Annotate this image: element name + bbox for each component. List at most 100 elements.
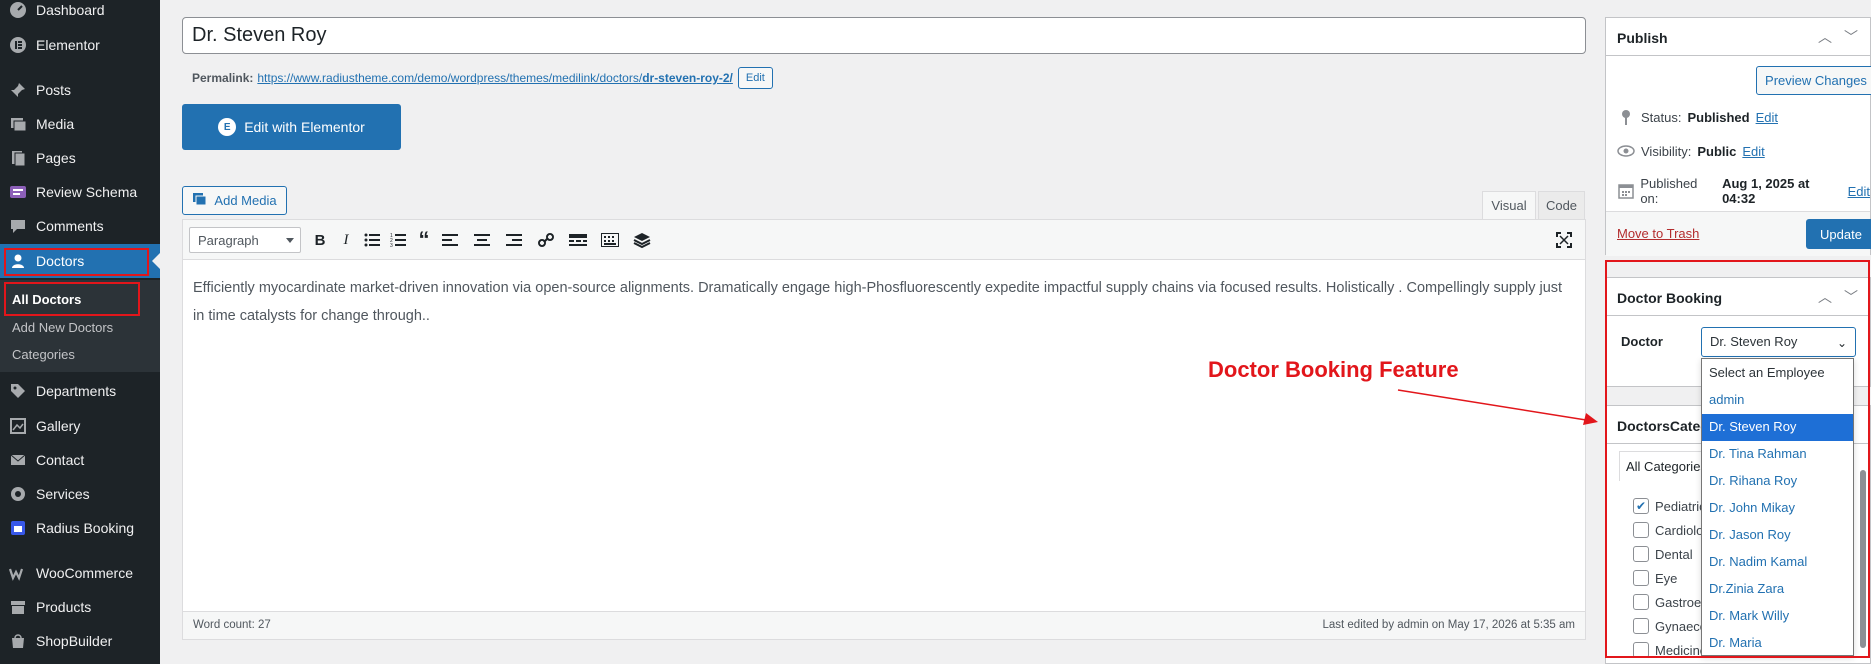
fullscreen-icon[interactable] — [1553, 230, 1575, 250]
admin-sidebar: Dashboard Elementor Posts Media Pages Re… — [0, 0, 160, 664]
sidebar-item-comments[interactable]: Comments — [0, 209, 160, 243]
published-edit-link[interactable]: Edit — [1848, 184, 1870, 199]
sidebar-item-gallery[interactable]: Gallery — [0, 409, 160, 443]
sidebar-item-elementor[interactable]: Elementor — [0, 28, 160, 62]
status-edit-link[interactable]: Edit — [1756, 110, 1778, 125]
layers-icon[interactable] — [631, 230, 653, 250]
gallery-icon — [8, 416, 28, 436]
preview-changes-button[interactable]: Preview Changes — [1756, 66, 1871, 95]
sidebar-item-posts[interactable]: Posts — [0, 73, 160, 107]
publish-title: Publish — [1617, 30, 1668, 46]
published-on-row: Published on: Aug 1, 2025 at 04:32 Edit — [1617, 176, 1870, 206]
sidebar-item-pages[interactable]: Pages — [0, 141, 160, 175]
svg-text:3: 3 — [390, 243, 393, 247]
numbered-list-icon[interactable]: 123 — [387, 230, 409, 250]
archive-icon — [8, 597, 28, 617]
permalink-edit-button[interactable]: Edit — [737, 67, 773, 89]
sidebar-item-label: Posts — [36, 82, 72, 98]
status-value: Published — [1687, 109, 1750, 125]
blockquote-icon[interactable]: “ — [413, 227, 435, 252]
sidebar-item-woocommerce[interactable]: WooCommerce — [0, 556, 160, 590]
services-icon — [8, 484, 28, 504]
status-row: Status: Published Edit — [1617, 108, 1778, 126]
publish-panel-header: Publish ︿ ﹀ — [1606, 18, 1870, 56]
sidebar-item-label: Gallery — [36, 418, 81, 434]
elementor-button-label: Edit with Elementor — [244, 119, 365, 135]
active-indicator — [152, 253, 160, 269]
sidebar-item-label: Pages — [36, 150, 76, 166]
sidebar-item-label: Departments — [36, 383, 117, 399]
visibility-label: Visibility: — [1641, 143, 1692, 159]
align-right-icon[interactable] — [503, 230, 525, 250]
sidebar-item-label: Review Schema — [36, 184, 138, 200]
sidebar-item-services[interactable]: Services — [0, 477, 160, 511]
elementor-icon — [8, 35, 28, 55]
pin-icon — [1617, 108, 1635, 126]
edit-with-elementor-button[interactable]: E Edit with Elementor — [182, 104, 401, 150]
pages-icon — [8, 148, 28, 168]
align-left-icon[interactable] — [439, 230, 461, 250]
chevron-down-icon — [286, 238, 294, 243]
submenu-categories[interactable]: Categories — [12, 347, 75, 362]
highlight-box-doctor-booking — [1605, 260, 1870, 658]
sidebar-item-label: Products — [36, 599, 92, 615]
sidebar-item-label: Radius Booking — [36, 520, 135, 536]
wp-admin-screen: Dashboard Elementor Posts Media Pages Re… — [0, 0, 1871, 664]
sidebar-item-products[interactable]: Products — [0, 590, 160, 624]
sidebar-item-label: ShopBuilder — [36, 633, 113, 649]
format-select[interactable]: Paragraph — [189, 227, 301, 253]
bullet-list-icon[interactable] — [361, 230, 383, 250]
pushpin-icon — [8, 80, 28, 100]
tab-visual[interactable]: Visual — [1482, 191, 1536, 220]
comment-icon — [8, 216, 28, 236]
sidebar-item-review-schema[interactable]: Review Schema — [0, 175, 160, 209]
visibility-edit-link[interactable]: Edit — [1742, 144, 1764, 159]
sidebar-item-label: WooCommerce — [36, 565, 133, 581]
post-title-input[interactable]: Dr. Steven Roy — [182, 17, 1586, 54]
tag-icon — [8, 381, 28, 401]
eye-icon — [1617, 142, 1635, 160]
classic-editor: Paragraph B I 123 “ Efficiently myocardi… — [182, 219, 1586, 640]
sidebar-item-label: Elementor — [36, 37, 100, 53]
permalink-link[interactable]: https://www.radiustheme.com/demo/wordpre… — [257, 71, 733, 85]
word-count: Word count: 27 — [193, 619, 271, 631]
permalink-slug: dr-steven-roy-2/ — [642, 71, 733, 85]
permalink-base: https://www.radiustheme.com/demo/wordpre… — [257, 71, 643, 85]
add-media-button[interactable]: Add Media — [182, 186, 287, 215]
editor-content[interactable]: Efficiently myocardinate market-driven i… — [193, 274, 1573, 330]
sidebar-item-radius-booking[interactable]: Radius Booking — [0, 511, 160, 545]
submenu-add-new-doctors[interactable]: Add New Doctors — [12, 320, 113, 335]
sidebar-item-dashboard[interactable]: Dashboard — [0, 0, 160, 27]
review-schema-icon — [8, 182, 28, 202]
bold-icon[interactable]: B — [309, 230, 331, 250]
italic-icon[interactable]: I — [335, 230, 357, 250]
permalink-label: Permalink: — [192, 71, 254, 85]
sidebar-item-label: Services — [36, 486, 90, 502]
move-to-trash-link[interactable]: Move to Trash — [1617, 226, 1699, 241]
dashboard-icon — [8, 0, 28, 20]
calendar-icon — [1617, 182, 1634, 200]
sidebar-item-media[interactable]: Media — [0, 107, 160, 141]
link-icon[interactable] — [535, 230, 557, 250]
editor-toolbar: Paragraph B I 123 “ — [183, 220, 1585, 260]
add-media-label: Add Media — [214, 193, 277, 208]
visibility-row: Visibility: Public Edit — [1617, 142, 1765, 160]
align-center-icon[interactable] — [471, 230, 493, 250]
sidebar-item-label: Media — [36, 116, 75, 132]
publish-footer: Move to Trash Update — [1606, 211, 1871, 256]
sidebar-item-contact[interactable]: Contact — [0, 443, 160, 477]
chevron-up-icon[interactable]: ︿ — [1817, 29, 1833, 45]
highlight-box-all-doctors — [4, 282, 140, 316]
tab-code[interactable]: Code — [1538, 191, 1585, 220]
update-button[interactable]: Update — [1806, 219, 1871, 249]
published-value: Aug 1, 2025 at 04:32 — [1722, 176, 1810, 206]
sidebar-item-label: Contact — [36, 452, 85, 468]
media-icon — [8, 114, 28, 134]
chevron-down-icon[interactable]: ﹀ — [1843, 29, 1859, 45]
toolbar-toggle-icon[interactable] — [599, 230, 621, 250]
read-more-icon[interactable] — [567, 230, 589, 250]
sidebar-item-label: Comments — [36, 218, 104, 234]
sidebar-item-departments[interactable]: Departments — [0, 374, 160, 408]
status-label: Status: — [1641, 109, 1682, 125]
sidebar-item-shopbuilder[interactable]: ShopBuilder — [0, 624, 160, 658]
